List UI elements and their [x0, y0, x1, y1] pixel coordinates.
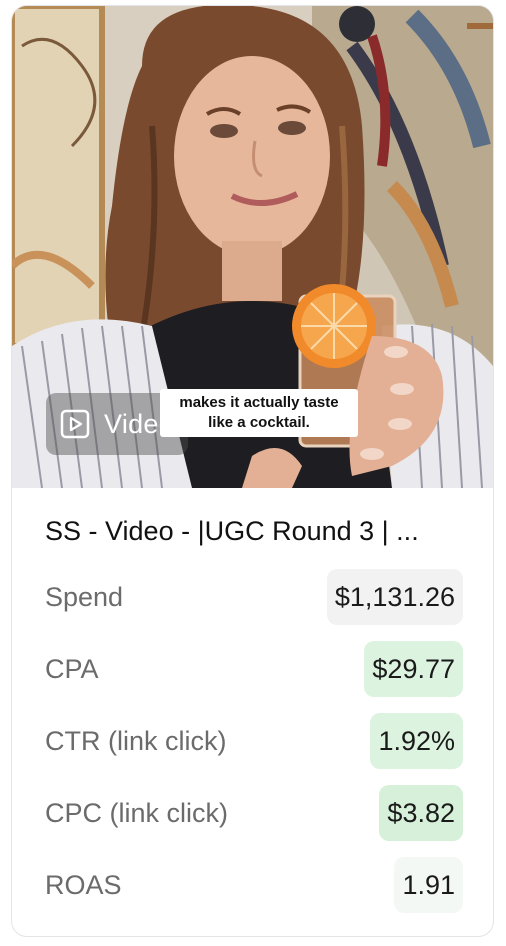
caption-line-2: like a cocktail.: [208, 414, 310, 431]
metric-label: Spend: [45, 582, 124, 612]
metric-label: ROAS: [45, 870, 122, 900]
ad-card[interactable]: Video makes it actually taste like a coc…: [11, 5, 494, 937]
metric-value: $29.77: [364, 641, 463, 697]
ad-title[interactable]: SS - Video - |UGC Round 3 | ...: [45, 516, 475, 547]
metric-label: CPA: [45, 654, 99, 684]
metric-label: CPC (link click): [45, 798, 229, 828]
metric-row-spend: Spend $1,131.26: [45, 569, 463, 625]
metric-value: 1.92%: [370, 713, 463, 769]
metric-value: $3.82: [379, 785, 463, 841]
play-square-icon: [60, 409, 90, 439]
metric-row-cpc: CPC (link click) $3.82: [45, 785, 463, 841]
metric-value: 1.91: [394, 857, 463, 913]
metric-row-cpa: CPA $29.77: [45, 641, 463, 697]
metric-row-ctr: CTR (link click) 1.92%: [45, 713, 463, 769]
caption-line-1: makes it actually taste: [179, 394, 339, 411]
video-caption: makes it actually taste like a cocktail.: [160, 389, 358, 437]
metric-row-roas: ROAS 1.91: [45, 857, 463, 913]
metric-label: CTR (link click): [45, 726, 227, 756]
video-thumbnail[interactable]: Video makes it actually taste like a coc…: [12, 6, 493, 488]
metric-value: $1,131.26: [326, 569, 463, 625]
